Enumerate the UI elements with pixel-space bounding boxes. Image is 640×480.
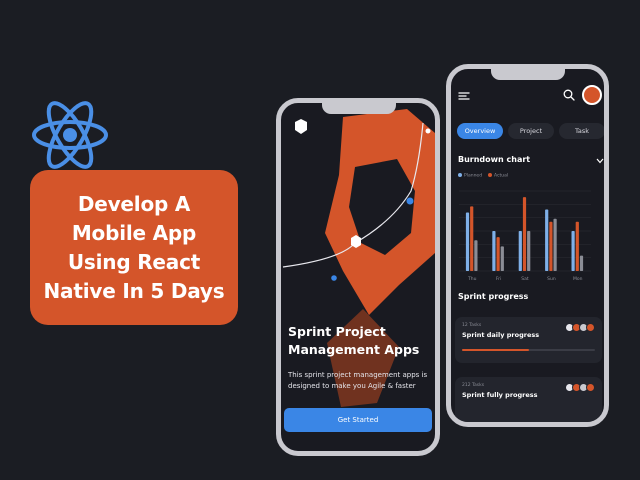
chart-bar [474,240,478,271]
menu-icon[interactable] [458,91,470,101]
phone-notch [491,69,565,80]
sprint-card[interactable]: 212 Tasks Sprint fully progress [455,377,602,422]
onboarding-phone: Sprint Project Management Apps This spri… [276,98,440,456]
tab-overview[interactable]: Overview [457,123,503,139]
promo-banner: Develop A Mobile App Using React Native … [30,170,238,325]
chart-legend: Planned Actual [458,173,578,181]
chart-bar [553,218,557,271]
dashboard-phone: Overview Project Task Burndown chart Pla… [446,64,609,427]
tab-project[interactable]: Project [508,123,554,139]
legend-swatch [458,173,462,177]
sprint-progress-title: Sprint progress [458,292,529,301]
chart-bar [522,197,527,271]
sprint-card[interactable]: 12 Tasks Sprint daily progress [455,317,602,363]
progress-fill [462,349,529,351]
task-count: 12 Tasks [462,323,482,328]
avatar [586,383,595,392]
x-tick-label: Mon [573,276,583,282]
x-tick-label: Sat [521,276,529,282]
react-logo-icon [30,100,110,170]
chart-bar [496,237,500,271]
progress-bar [462,349,595,351]
chart-bar [575,221,579,271]
chart-bar [470,206,474,271]
chart-bar [518,231,522,271]
legend-item: Actual [488,173,508,179]
task-count: 212 Tasks [462,383,485,388]
burndown-title: Burndown chart [458,155,531,164]
chevron-down-icon[interactable] [596,158,604,164]
x-tick-label: Sun [547,276,556,282]
chart-bar [571,231,575,271]
promo-headline: Develop A Mobile App Using React Native … [43,191,225,303]
avatar [586,323,595,332]
chart-bar [579,255,584,271]
x-tick-label: Thu [467,276,477,282]
chart-bar [465,212,470,271]
onboarding-title: Sprint Project Management Apps [288,324,420,357]
search-icon[interactable] [563,89,575,101]
onboarding-illustration [282,109,435,407]
card-title: Sprint daily progress [462,331,540,339]
avatar[interactable] [582,85,602,105]
chart-bar [500,246,504,271]
tab-task[interactable]: Task [559,123,604,139]
burndown-chart: Thu Fri Sat Sun Mon [459,190,591,282]
chart-bar [492,231,496,271]
tab-bar: Overview Project Task [457,123,604,139]
chart-bar [545,209,549,271]
chart-bar [527,231,531,271]
legend-swatch [488,173,492,177]
chart-bar [549,221,553,271]
legend-label: Actual [494,173,509,179]
phone-notch [322,103,396,114]
legend-item: Planned [458,173,482,179]
get-started-button[interactable]: Get Started [284,408,432,432]
card-title: Sprint fully progress [462,391,538,399]
x-tick-label: Fri [496,276,501,282]
legend-label: Planned [464,173,483,179]
onboarding-description: This sprint project management apps is d… [288,371,428,390]
